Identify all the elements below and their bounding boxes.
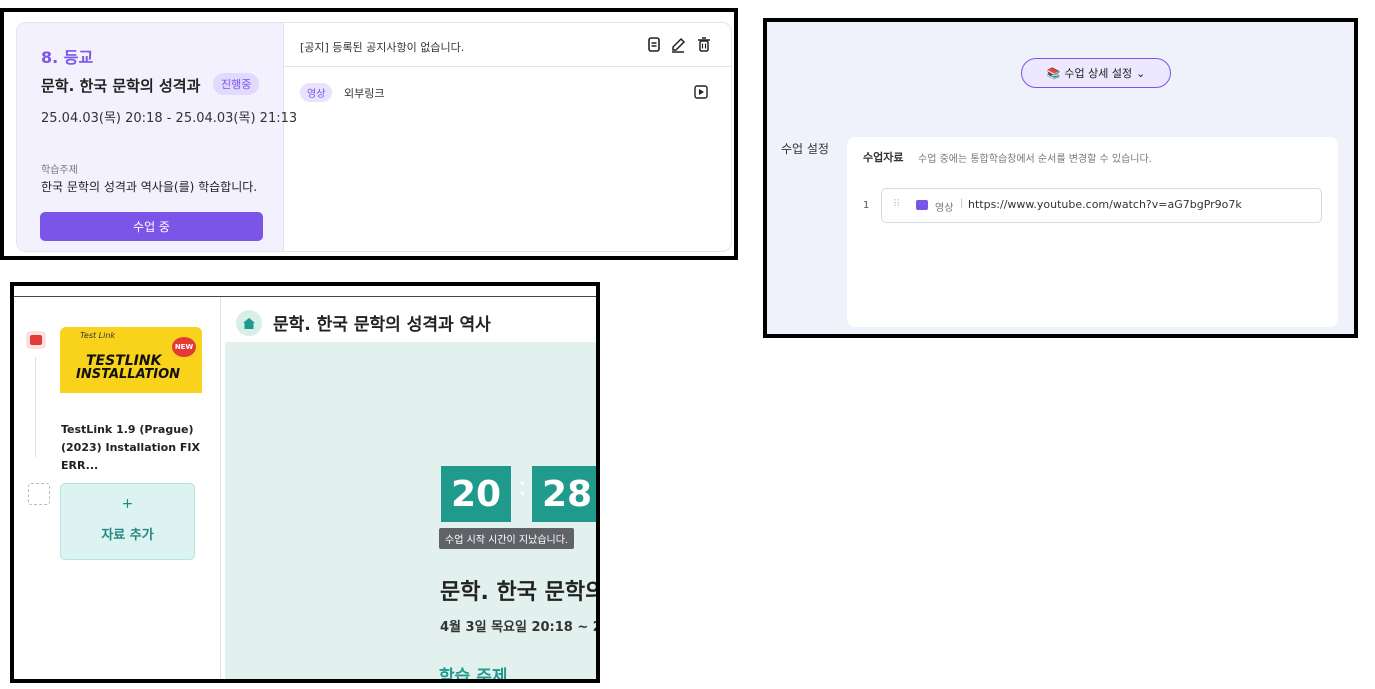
item-separator: |	[960, 198, 964, 209]
materials-sidebar: Test Link NEW TESTLINK INSTALLATION Test…	[14, 297, 221, 679]
stage-date: 4월 3일 목요일 20:18 ~ 2	[440, 620, 596, 635]
books-icon: 📚	[1046, 66, 1061, 80]
video-icon	[916, 200, 928, 210]
stage-title: 문학. 한국 문학의	[440, 580, 596, 605]
item-type: 영상	[935, 203, 954, 214]
stage-subheading: 학습 주제	[439, 667, 508, 679]
thumbnail-footer	[60, 393, 202, 405]
lesson-title[interactable]: 문학. 한국 문학의 성격과 ...	[41, 75, 201, 96]
materials-hint: 수업 중에는 통합학습창에서 순서를 변경할 수 있습니다.	[918, 154, 1152, 165]
topic-label: 학습주제	[41, 165, 78, 176]
youtube-icon	[26, 331, 46, 349]
thumbnail-line-2: INSTALLATION	[76, 367, 181, 382]
drag-handle-icon[interactable]: ⠿	[893, 199, 900, 210]
external-link-label[interactable]: 외부링크	[344, 85, 384, 101]
item-index: 1	[863, 200, 870, 211]
material-row[interactable]: 영상 외부링크	[284, 79, 731, 105]
lesson-summary: 8. 등교 문학. 한국 문학의 성격과 ... 진행중 25.04.03(목)…	[17, 23, 297, 251]
lesson-number: 8. 등교	[41, 48, 94, 67]
chevron-down-icon: ⌄	[1136, 66, 1146, 80]
video-tag: 영상	[300, 83, 333, 102]
thumbnail-logo-text: Test Link	[80, 331, 116, 340]
detail-settings-label: 수업 상세 설정	[1064, 67, 1133, 80]
lesson-stage: 20 : 28 수업 시작 시간이 지났습니다. 문학. 한국 문학의 4월 3…	[225, 342, 596, 679]
timer-tooltip: 수업 시작 시간이 지났습니다.	[439, 528, 575, 549]
class-title: 문학. 한국 문학의 성격과 역사	[273, 315, 491, 335]
in-class-button[interactable]: 수업 중	[40, 212, 263, 241]
lesson-card: 8. 등교 문학. 한국 문학의 성격과 ... 진행중 25.04.03(목)…	[16, 22, 732, 252]
video-thumbnail[interactable]: Test Link NEW TESTLINK INSTALLATION	[60, 327, 202, 405]
copy-icon[interactable]	[644, 35, 664, 55]
status-badge: 진행중	[213, 73, 260, 95]
timer-hours: 20	[441, 466, 511, 522]
add-material-button[interactable]: + 자료 추가	[60, 483, 195, 560]
plus-icon: +	[121, 496, 134, 512]
delete-icon[interactable]	[694, 35, 714, 55]
timer-minutes: 28	[532, 466, 596, 522]
lesson-settings-panel: 📚 수업 상세 설정 ⌄ 수업 설정 수업자료 수업 중에는 통합학습창에서 순…	[763, 18, 1358, 338]
rail-divider	[35, 357, 36, 457]
new-badge: NEW	[172, 337, 196, 357]
lesson-card-panel: 8. 등교 문학. 한국 문학의 성격과 ... 진행중 25.04.03(목)…	[0, 8, 738, 260]
timer-colon: :	[518, 472, 527, 502]
add-slot-placeholder	[28, 483, 50, 505]
edit-icon[interactable]	[668, 35, 688, 55]
detail-settings-button[interactable]: 📚 수업 상세 설정 ⌄	[1021, 58, 1171, 88]
lesson-date-range: 25.04.03(목) 20:18 - 25.04.03(목) 21:13	[41, 111, 298, 126]
video-caption[interactable]: TestLink 1.9 (Prague) (2023) Installatio…	[61, 421, 209, 475]
add-material-label: 자료 추가	[101, 528, 154, 543]
notice-bar: [공지] 등록된 공지사항이 없습니다.	[284, 23, 731, 67]
item-url[interactable]: https://www.youtube.com/watch?v=aG7bgPr9…	[968, 198, 1242, 211]
home-icon[interactable]	[236, 310, 262, 336]
material-item[interactable]: ⠿ 영상 | https://www.youtube.com/watch?v=a…	[881, 188, 1322, 223]
topic-text: 한국 문학의 성격과 역사을(를) 학습합니다.	[41, 180, 258, 194]
classroom-panel: Test Link NEW TESTLINK INSTALLATION Test…	[10, 282, 600, 683]
materials-card: 수업자료 수업 중에는 통합학습창에서 순서를 변경할 수 있습니다. 1 ⠿ …	[847, 137, 1338, 327]
section-label: 수업 설정	[781, 142, 829, 156]
play-icon[interactable]	[694, 84, 708, 103]
notice-text: [공지] 등록된 공지사항이 없습니다.	[300, 41, 465, 54]
materials-title: 수업자료	[863, 151, 904, 164]
